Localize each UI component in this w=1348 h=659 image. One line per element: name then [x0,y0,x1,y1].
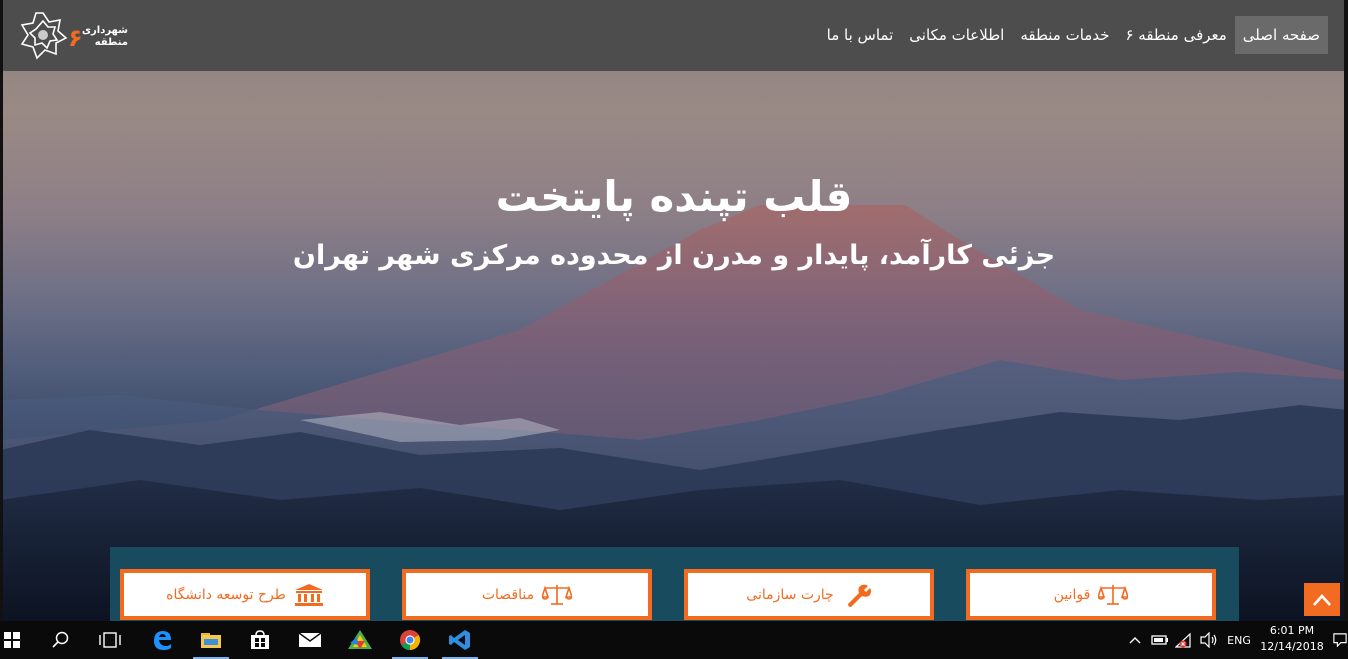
file-explorer-icon [201,633,221,648]
start-icon [4,632,20,648]
navbar: صفحه اصلی معرفی منطقه ۶ خدمات منطقه اطلا… [3,0,1344,71]
chrome-button[interactable] [386,621,434,659]
logo-text: شهرداری منطقه [81,25,128,48]
card-tenders[interactable]: مناقصات [402,569,652,620]
hero-subtitle: جزئی کارآمد، پایدار و مدرن از محدوده مرک… [292,240,1056,271]
app-icon [348,630,372,649]
show-hidden-icons-button[interactable] [1126,621,1144,659]
volume-button[interactable] [1198,621,1220,659]
chevron-up-icon [1129,637,1141,644]
network-button[interactable] [1174,621,1196,659]
clock[interactable]: 6:01 PM 12/14/2018 [1258,623,1326,655]
window-edge-right [1344,0,1348,621]
site-logo[interactable]: ۶ شهرداری منطقه [18,10,130,62]
search-button[interactable] [37,621,85,659]
mountain-background [0,205,1348,621]
card-label: قوانین [1053,586,1091,603]
scales-icon [1097,583,1130,607]
language-indicator[interactable]: ENG [1222,621,1256,659]
vscode-button[interactable] [436,621,484,659]
mail-icon [298,632,322,647]
chevron-up-icon [1313,593,1331,606]
volume-icon [1200,632,1217,648]
card-org-chart[interactable]: چارت سازمانی [684,569,934,620]
chrome-icon [400,630,421,651]
browser-viewport: صفحه اصلی معرفی منطقه ۶ خدمات منطقه اطلا… [0,0,1348,621]
search-icon [52,631,69,648]
scroll-to-top-button[interactable] [1304,583,1340,616]
nav-item-contact[interactable]: تماس با ما [819,16,902,54]
task-view-button[interactable] [86,621,134,659]
card-label: مناقصات [481,586,535,603]
windows-taskbar: ENG 6:01 PM 12/14/2018 [0,621,1348,659]
vscode-icon [449,630,470,650]
app-button[interactable] [336,621,384,659]
logo-number: ۶ [68,24,83,52]
hero-title: قلب تپنده پایتخت [495,172,853,221]
task-view-icon [99,632,121,648]
network-disconnected-icon [1175,632,1191,648]
edge-icon [154,631,171,650]
nav-menu: صفحه اصلی معرفی منطقه ۶ خدمات منطقه اطلا… [819,16,1328,54]
battery-icon [1151,635,1168,645]
municipality-emblem-icon [20,12,68,60]
store-icon [251,630,269,649]
store-button[interactable] [236,621,284,659]
card-university-plan[interactable]: طرح توسعه دانشگاه [120,569,370,620]
institution-icon [294,583,324,607]
nav-item-geo-info[interactable]: اطلاعات مکانی [901,16,1012,54]
nav-item-services[interactable]: خدمات منطقه [1012,16,1117,54]
scales-icon [541,583,574,607]
clock-time: 6:01 PM [1269,624,1315,637]
wrench-icon [842,583,872,607]
nav-item-home[interactable]: صفحه اصلی [1234,16,1328,54]
card-label: چارت سازمانی [746,586,834,603]
edge-button[interactable] [138,621,186,659]
action-center-button[interactable] [1332,621,1348,659]
notification-icon [1333,633,1347,647]
battery-button[interactable] [1150,621,1170,659]
start-button[interactable] [0,621,36,659]
window-edge-left [0,0,3,621]
card-label: طرح توسعه دانشگاه [166,586,286,603]
card-laws[interactable]: قوانین [966,569,1216,620]
clock-date: 12/14/2018 [1260,640,1324,653]
quick-links-panel: قوانین چارت سازمانی مناقصات طرح توسعه دا… [110,547,1239,621]
file-explorer-button[interactable] [187,621,235,659]
mail-button[interactable] [286,621,334,659]
nav-item-about[interactable]: معرفی منطقه ۶ [1117,16,1234,54]
